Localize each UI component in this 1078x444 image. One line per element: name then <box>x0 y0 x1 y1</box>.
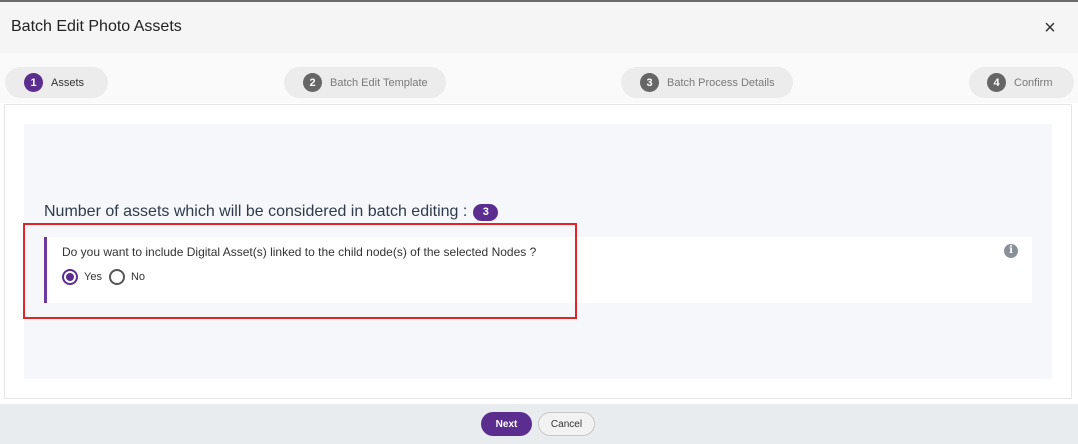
step-batch-edit-template[interactable]: 2 Batch Edit Template <box>284 67 446 98</box>
step-confirm[interactable]: 4 Confirm <box>969 67 1074 98</box>
asset-count-summary: Number of assets which will be considere… <box>44 203 499 221</box>
step-label: Confirm <box>1014 76 1053 89</box>
radio-group: Yes No <box>62 269 152 285</box>
dialog-header: Batch Edit Photo Assets × <box>0 2 1078 53</box>
wizard-stepper: 1 Assets 2 Batch Edit Template 3 Batch P… <box>0 53 1078 103</box>
radio-label: Yes <box>84 271 102 283</box>
step-number: 4 <box>987 73 1006 92</box>
asset-count-label: Number of assets which will be considere… <box>44 203 468 220</box>
radio-yes[interactable]: Yes <box>62 269 102 285</box>
asset-count-badge: 3 <box>473 203 499 221</box>
info-icon[interactable]: i <box>1004 244 1018 258</box>
close-icon[interactable]: × <box>1040 18 1060 38</box>
step-number: 3 <box>640 73 659 92</box>
dialog-title: Batch Edit Photo Assets <box>11 18 182 35</box>
step-batch-process-details[interactable]: 3 Batch Process Details <box>621 67 793 98</box>
radio-no[interactable]: No <box>108 269 146 285</box>
step-label: Batch Edit Template <box>330 76 428 89</box>
step-number: 1 <box>24 73 43 92</box>
radio-label: No <box>130 271 146 283</box>
step-assets[interactable]: 1 Assets <box>5 67 108 98</box>
step-number: 2 <box>303 73 322 92</box>
question-text: Do you want to include Digital Asset(s) … <box>62 245 537 259</box>
next-button[interactable]: Next <box>481 412 532 436</box>
radio-circle-unchecked <box>108 269 125 285</box>
radio-circle-checked <box>62 269 78 285</box>
step-label: Assets <box>51 76 85 89</box>
step-label: Batch Process Details <box>667 76 775 89</box>
include-child-assets-question: Do you want to include Digital Asset(s) … <box>44 237 1032 303</box>
cancel-button[interactable]: Cancel <box>538 412 595 436</box>
